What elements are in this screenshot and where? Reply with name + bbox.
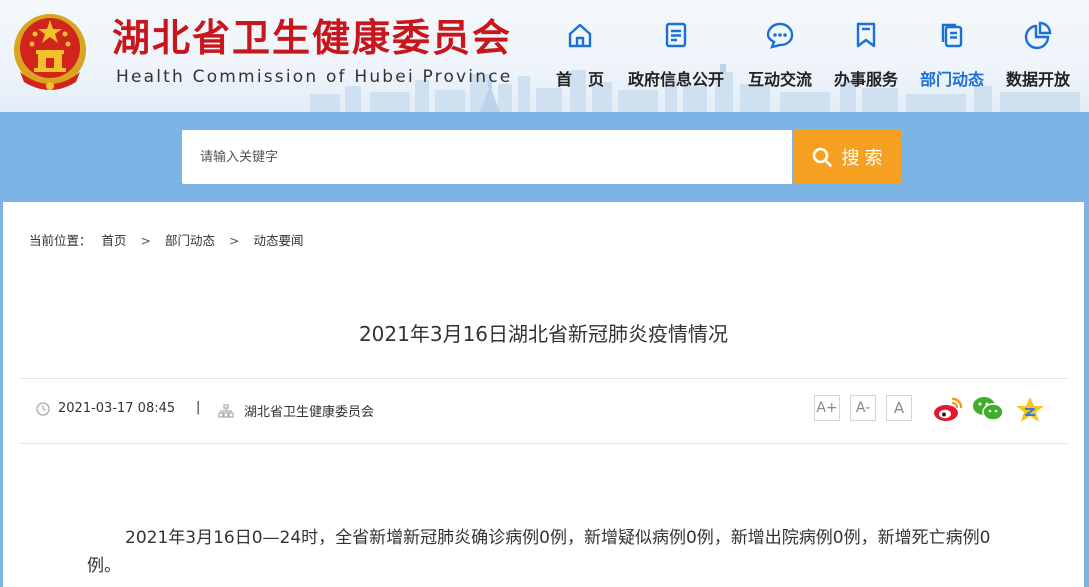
breadcrumb-separator: > [228, 233, 240, 248]
font-size-reset-button[interactable]: A [886, 395, 912, 421]
meta-divider: | [196, 400, 201, 415]
nav-label: 部门动态 [919, 70, 984, 89]
national-emblem-logo [14, 14, 86, 90]
article-date: 2021-03-17 08:45 [36, 401, 175, 416]
site-title-english: Health Commission of Hubei Province [116, 67, 513, 87]
wechat-icon[interactable] [972, 395, 1004, 423]
nav-item-open-data[interactable]: 数据开放 [1000, 18, 1076, 98]
article-body-paragraph: 2021年3月16日0—24时，全省新增新冠肺炎确诊病例0例，新增疑似病例0例，… [87, 528, 991, 576]
document-icon [665, 22, 687, 48]
breadcrumb-news-link[interactable]: 动态要闻 [253, 233, 303, 248]
search-input[interactable] [182, 130, 792, 184]
organization-icon [218, 403, 234, 418]
site-title: 湖北省卫生健康委员会 [112, 16, 513, 60]
nav-item-home[interactable]: 首 页 [540, 18, 620, 98]
nav-item-dept-news[interactable]: 部门动态 [914, 18, 990, 98]
article-panel: 当前位置： 首页 > 部门动态 > 动态要闻 2021年3月16日湖北省新冠肺炎… [3, 202, 1084, 587]
article-meta-bar: 2021-03-17 08:45 | 湖北省卫生健康委员会 A+ A- A [20, 378, 1067, 444]
font-size-increase-button[interactable]: A+ [814, 395, 840, 421]
search-button-label: 搜 索 [841, 148, 883, 168]
nav-item-services[interactable]: 办事服务 [828, 18, 904, 98]
nav-label: 互动交流 [747, 70, 812, 89]
article-source-text: 湖北省卫生健康委员会 [244, 405, 375, 420]
nav-item-interaction[interactable]: 互动交流 [742, 18, 818, 98]
breadcrumb-prefix: 当前位置： [29, 233, 92, 248]
breadcrumb-dept-news-link[interactable]: 部门动态 [165, 233, 215, 248]
home-icon [568, 23, 592, 48]
font-size-increase-label: A+ [816, 400, 838, 416]
article-title: 2021年3月16日湖北省新冠肺炎疫情情况 [358, 322, 729, 346]
nav-label: 政府信息公开 [627, 70, 724, 89]
weibo-icon[interactable] [932, 395, 964, 423]
nav-label: 首 页 [555, 70, 604, 89]
nav-label: 数据开放 [1005, 70, 1070, 89]
font-size-decrease-label: A- [855, 400, 871, 416]
font-size-decrease-button[interactable]: A- [850, 395, 876, 421]
breadcrumb-home-link[interactable]: 首页 [102, 233, 127, 248]
search-band: 搜 索 [0, 112, 1089, 202]
pie-chart-icon [1024, 21, 1052, 50]
breadcrumb-separator: > [140, 233, 151, 248]
nav-item-gov-info[interactable]: 政府信息公开 [626, 18, 726, 98]
bookmark-icon [856, 22, 876, 48]
search-icon [813, 147, 833, 167]
pages-icon [941, 23, 963, 48]
article-source: 湖北省卫生健康委员会 [218, 401, 374, 420]
article-date-text: 2021-03-17 08:45 [58, 401, 176, 416]
clock-icon [36, 401, 50, 416]
chat-icon [766, 22, 794, 49]
site-header: 湖北省卫生健康委员会 Health Commission of Hubei Pr… [0, 0, 1089, 112]
search-button[interactable]: 搜 索 [793, 130, 901, 184]
qzone-icon[interactable] [1014, 395, 1046, 423]
breadcrumb: 当前位置： 首页 > 部门动态 > 动态要闻 [29, 230, 303, 249]
nav-label: 办事服务 [833, 70, 898, 89]
font-size-reset-label: A [893, 399, 905, 417]
